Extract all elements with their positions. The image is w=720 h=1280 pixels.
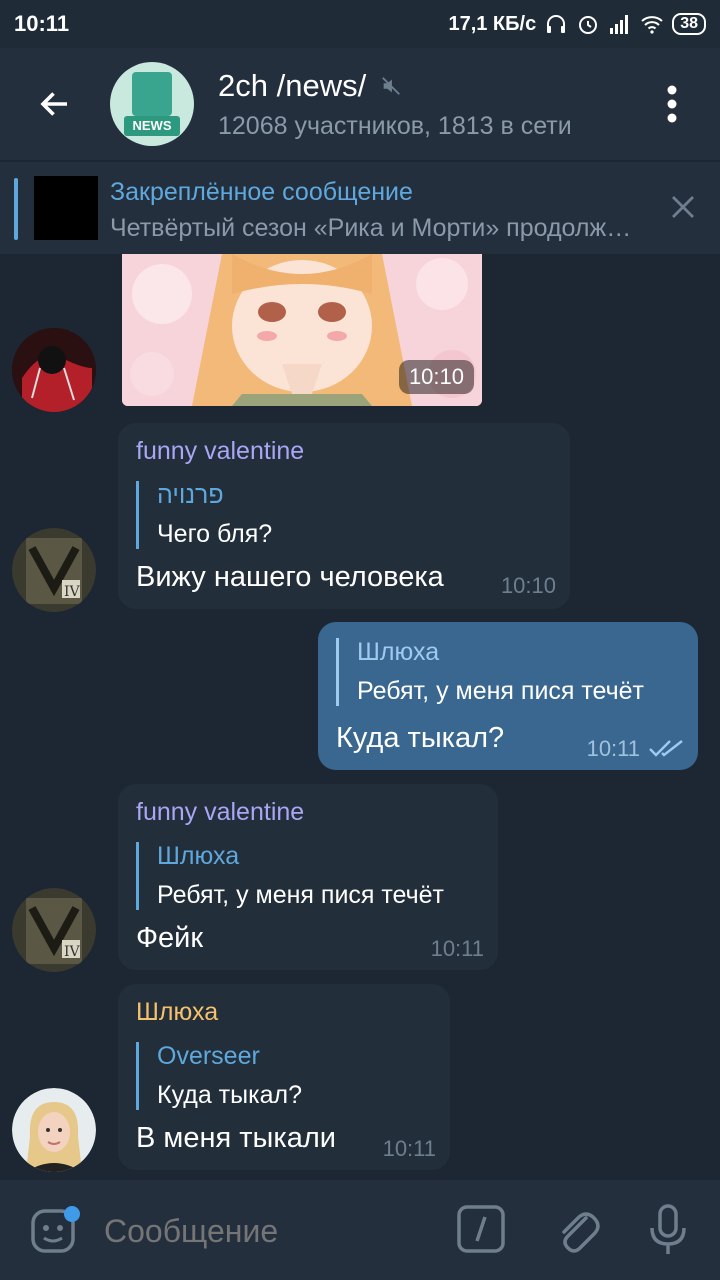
channel-avatar[interactable]: NEWS	[110, 62, 194, 146]
attach-icon	[562, 1212, 600, 1253]
message-bubble[interactable]: Шлюха Overseer Куда тыкал? В меня тыкали…	[118, 984, 450, 1170]
svg-text:IV: IV	[64, 584, 81, 600]
message-list[interactable]: 10:10 IV funny valentine פרנויה Чего бля…	[0, 254, 720, 1180]
reply-name: Шлюха	[157, 842, 240, 870]
more-vert-icon	[667, 85, 677, 123]
voice-button[interactable]	[646, 1202, 690, 1258]
message-text: В меня тыкали	[136, 1122, 336, 1154]
chat-info[interactable]: 2ch /news/ 12068 участников, 1813 в сети	[218, 68, 624, 141]
image-message[interactable]: 10:10	[122, 254, 482, 406]
pinned-accent-line	[14, 178, 18, 240]
avatar[interactable]	[12, 328, 96, 412]
pinned-text: Четвёртый сезон «Рика и Морти» продолжит…	[110, 214, 640, 242]
close-icon[interactable]	[668, 192, 698, 222]
message-text: Вижу нашего человека	[136, 561, 444, 593]
avatar[interactable]: IV	[12, 528, 96, 612]
sticker-button[interactable]	[28, 1206, 80, 1258]
chat-title: 2ch /news/	[218, 67, 367, 103]
mute-icon	[382, 76, 401, 95]
back-arrow-icon	[40, 92, 67, 116]
message-time: 10:11	[586, 736, 640, 761]
message-time: 10:10	[398, 360, 474, 394]
network-speed: 17,1 КБ/с	[448, 12, 537, 35]
double-check-icon	[649, 740, 683, 757]
status-icons: 17,1 КБ/с 38	[448, 12, 706, 36]
message-time: 10:10	[500, 573, 556, 598]
more-menu-button[interactable]	[624, 48, 720, 160]
alarm-icon	[579, 16, 598, 34]
signal-icon	[610, 15, 629, 34]
svg-text:IV: IV	[64, 944, 81, 960]
message-text: Фейк	[136, 922, 204, 954]
message-time: 10:11	[430, 936, 484, 961]
reply-name: פרנויה	[157, 481, 224, 509]
reply-quote[interactable]: פרנויה Чего бля?	[136, 481, 272, 549]
message-bubble[interactable]: funny valentine Шлюха Ребят, у меня пися…	[118, 784, 498, 970]
pinned-thumbnail	[34, 176, 98, 240]
avatar[interactable]: IV	[12, 888, 96, 972]
chat-subtitle: 12068 участников, 1813 в сети	[218, 111, 572, 140]
message-text: Куда тыкал?	[336, 722, 505, 754]
sender-name[interactable]: funny valentine	[136, 798, 304, 827]
reply-name: Шлюха	[357, 638, 440, 666]
mic-icon	[650, 1204, 686, 1254]
reply-text: Куда тыкал?	[157, 1081, 302, 1109]
battery-indicator: 38	[672, 13, 706, 35]
chat-title-row: 2ch /news/	[218, 68, 624, 104]
status-bar: 10:11 17,1 КБ/с 38	[0, 0, 720, 48]
sender-name[interactable]: Шлюха	[136, 998, 218, 1027]
message-time: 10:11	[382, 1136, 436, 1161]
message-bubble[interactable]: funny valentine פרנויה Чего бля? Вижу на…	[118, 423, 570, 609]
reply-name: Overseer	[157, 1042, 260, 1070]
avatar[interactable]	[12, 1088, 96, 1172]
sender-name[interactable]: funny valentine	[136, 437, 304, 466]
chat-header: NEWS 2ch /news/ 12068 участников, 1813 в…	[0, 48, 720, 160]
reply-text: Ребят, у меня пися течёт	[157, 881, 445, 909]
back-button[interactable]	[0, 48, 110, 160]
status-time: 10:11	[14, 11, 70, 36]
wifi-icon	[641, 16, 663, 34]
reply-quote[interactable]: Шлюха Ребят, у меня пися течёт	[136, 842, 444, 910]
message-bubble[interactable]: Шлюха Ребят, у меня пися течёт Куда тыка…	[318, 622, 698, 770]
headphones-icon	[547, 15, 566, 33]
avatar-label: NEWS	[124, 116, 180, 136]
sticker-icon	[31, 1206, 80, 1253]
reply-quote[interactable]: Шлюха Ребят, у меня пися течёт	[336, 638, 644, 706]
message-input[interactable]	[104, 1206, 434, 1256]
message-input-bar	[0, 1180, 720, 1280]
pinned-message-bar[interactable]: Закреплённое сообщение Четвёртый сезон «…	[0, 162, 720, 254]
attach-button[interactable]	[552, 1204, 602, 1256]
bot-command-button[interactable]	[456, 1204, 506, 1254]
reply-text: Ребят, у меня пися течёт	[357, 677, 645, 705]
reply-quote[interactable]: Overseer Куда тыкал?	[136, 1042, 302, 1110]
pinned-title: Закреплённое сообщение	[110, 178, 413, 206]
reply-text: Чего бля?	[157, 520, 273, 548]
command-icon	[457, 1205, 505, 1253]
